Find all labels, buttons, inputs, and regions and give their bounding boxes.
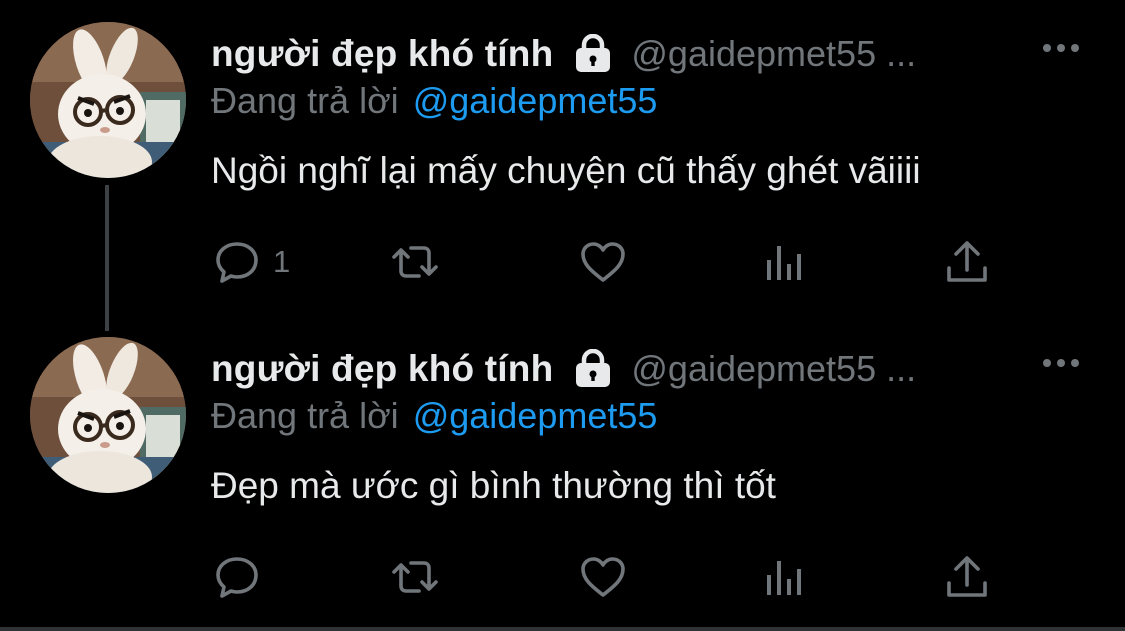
user-handle[interactable]: @gaidepmet55 ... xyxy=(631,348,916,390)
views-button[interactable] xyxy=(761,236,809,288)
reply-button[interactable] xyxy=(213,551,273,603)
tweet-actions: 1 xyxy=(213,236,1013,288)
share-icon xyxy=(947,556,987,597)
avatar[interactable] xyxy=(30,22,186,178)
replying-to-label: Đang trả lời xyxy=(211,395,399,436)
replying-to-handle-link[interactable]: @gaidepmet55 xyxy=(413,80,658,121)
user-handle[interactable]: @gaidepmet55 ... xyxy=(631,33,916,75)
divider xyxy=(0,627,1125,631)
reply-icon xyxy=(216,242,258,283)
more-horizontal-icon[interactable] xyxy=(1041,38,1081,58)
views-button[interactable] xyxy=(761,551,809,603)
like-button[interactable] xyxy=(579,551,627,603)
views-icon xyxy=(767,246,801,280)
reply-icon xyxy=(216,557,258,598)
more-horizontal-icon[interactable] xyxy=(1041,353,1081,373)
lock-icon xyxy=(573,33,613,74)
replying-to-label: Đang trả lời xyxy=(211,80,399,121)
avatar[interactable] xyxy=(30,337,186,493)
display-name[interactable]: người đẹp khó tính xyxy=(211,33,553,75)
replying-to: Đang trả lời @gaidepmet55 xyxy=(211,80,657,122)
display-name[interactable]: người đẹp khó tính xyxy=(211,348,553,390)
bunny-avatar-image xyxy=(30,337,186,493)
like-button[interactable] xyxy=(579,236,627,288)
replying-to-handle-link[interactable]: @gaidepmet55 xyxy=(413,395,658,436)
tweet[interactable]: người đẹp khó tính @gaidepmet55 ... Đang… xyxy=(0,315,1125,615)
replying-to: Đang trả lời @gaidepmet55 xyxy=(211,395,657,437)
like-icon xyxy=(581,557,625,597)
share-button[interactable] xyxy=(943,551,991,603)
tweet-header: người đẹp khó tính @gaidepmet55 ... xyxy=(211,26,916,82)
tweet[interactable]: người đẹp khó tính @gaidepmet55 ... Đang… xyxy=(0,0,1125,300)
like-icon xyxy=(581,242,625,282)
share-button[interactable] xyxy=(943,236,991,288)
retweet-icon xyxy=(392,246,438,278)
retweet-icon xyxy=(392,561,438,593)
tweet-header: người đẹp khó tính @gaidepmet55 ... xyxy=(211,341,916,397)
tweet-actions xyxy=(213,551,1013,603)
reply-button[interactable]: 1 xyxy=(213,236,290,288)
views-icon xyxy=(767,561,801,595)
tweet-text: Đẹp mà ước gì bình thường thì tốt xyxy=(211,465,776,506)
reply-count: 1 xyxy=(273,244,291,279)
tweet-text: Ngồi nghĩ lại mấy chuyện cũ thấy ghét vã… xyxy=(211,150,921,191)
retweet-button[interactable] xyxy=(391,551,439,603)
retweet-button[interactable] xyxy=(391,236,439,288)
lock-icon xyxy=(573,348,613,389)
share-icon xyxy=(947,241,987,282)
bunny-avatar-image xyxy=(30,22,186,178)
